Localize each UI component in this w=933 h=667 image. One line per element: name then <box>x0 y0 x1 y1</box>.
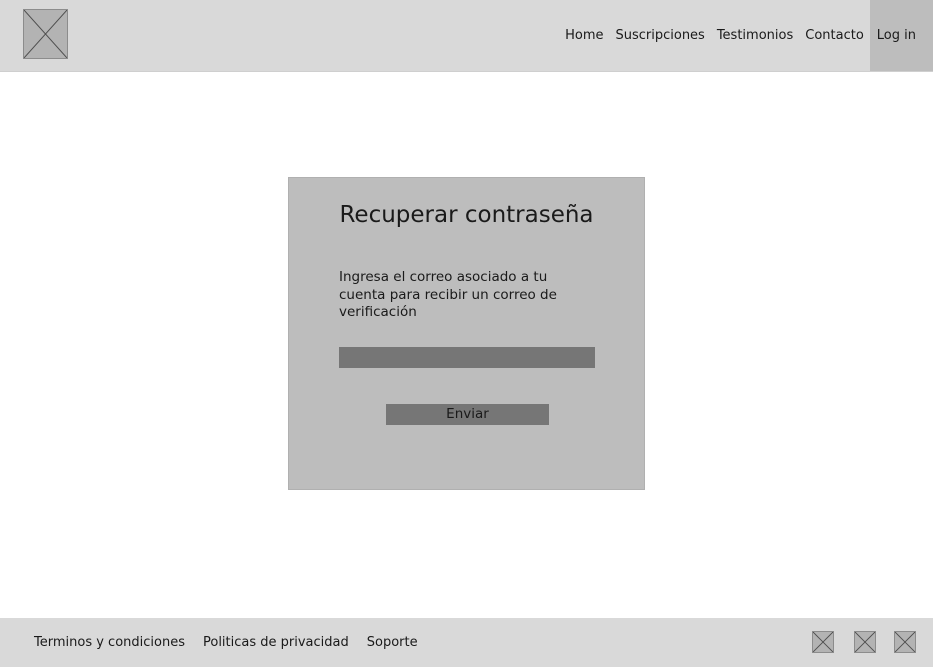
nav-testimonios-link[interactable]: Testimonios <box>711 0 799 71</box>
logo-placeholder-icon[interactable] <box>23 9 68 59</box>
footer-terms-link[interactable]: Terminos y condiciones <box>34 635 185 650</box>
social-placeholder-icon-2[interactable] <box>854 631 876 653</box>
nav-contacto-link[interactable]: Contacto <box>799 0 870 71</box>
nav-login-link[interactable]: Log in <box>869 0 933 71</box>
recover-password-card: Recuperar contraseña Ingresa el correo a… <box>288 177 645 490</box>
footer-links: Terminos y condiciones Politicas de priv… <box>34 618 418 667</box>
send-button[interactable]: Enviar <box>386 404 549 425</box>
social-placeholder-icon-3[interactable] <box>894 631 916 653</box>
recover-password-title: Recuperar contraseña <box>339 202 594 228</box>
nav-suscripciones-link[interactable]: Suscripciones <box>609 0 710 71</box>
social-placeholder-icon-1[interactable] <box>812 631 834 653</box>
footer-privacy-link[interactable]: Politicas de privacidad <box>203 635 349 650</box>
footer-support-link[interactable]: Soporte <box>367 635 418 650</box>
page: Home Suscripciones Testimonios Contacto … <box>0 0 933 667</box>
site-header: Home Suscripciones Testimonios Contacto … <box>0 0 933 72</box>
site-footer: Terminos y condiciones Politicas de priv… <box>0 618 933 667</box>
main-nav: Home Suscripciones Testimonios Contacto … <box>559 0 933 71</box>
email-field[interactable] <box>339 347 595 368</box>
nav-home-link[interactable]: Home <box>559 0 609 71</box>
recover-password-description: Ingresa el correo asociado a tu cuenta p… <box>339 269 557 320</box>
